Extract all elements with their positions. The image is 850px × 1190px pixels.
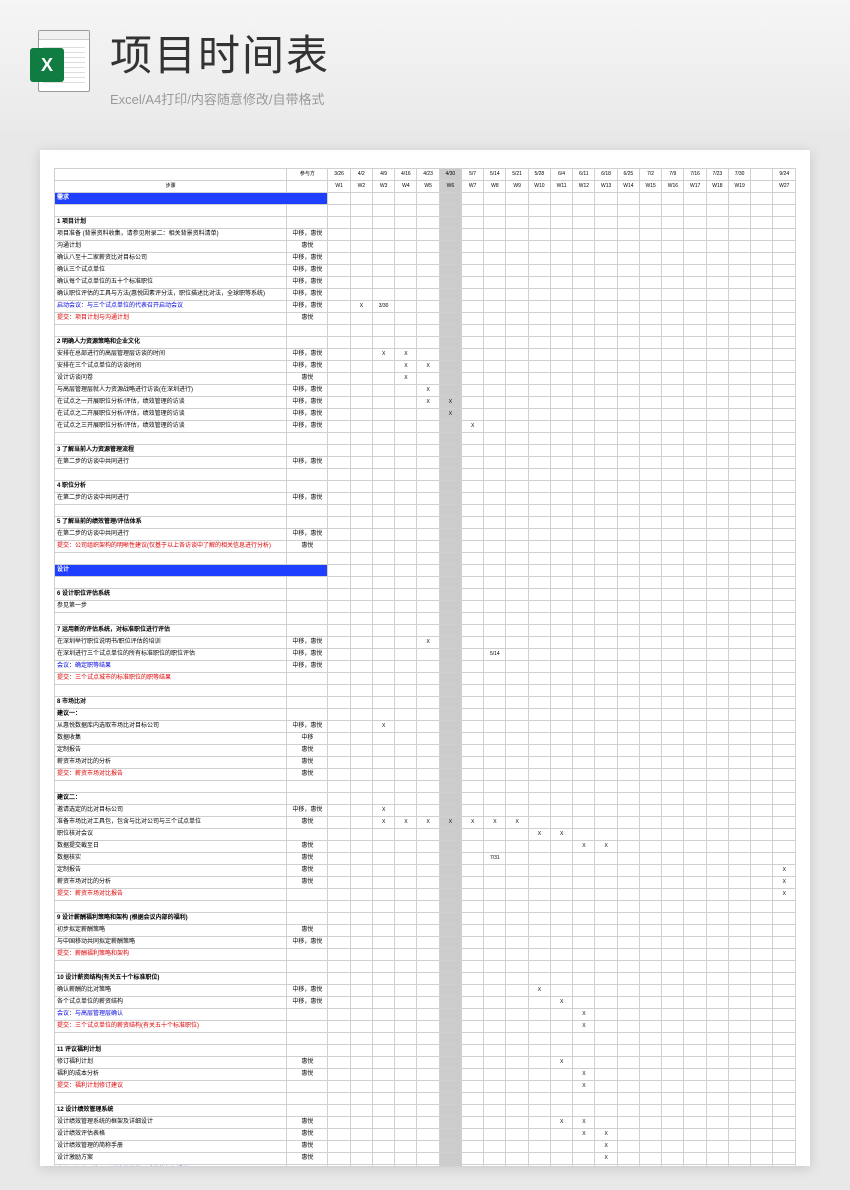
page-subtitle: Excel/A4打印/内容随意修改/自带格式	[110, 89, 820, 108]
page-title: 项目时间表	[110, 22, 820, 83]
excel-badge: X	[30, 48, 64, 82]
schedule-table: 参与方3/264/24/94/164/234/305/75/145/215/28…	[54, 168, 796, 1166]
page: X 项目时间表 Excel/A4打印/内容随意修改/自带格式 参与方3/264/…	[0, 0, 850, 1190]
spreadsheet-preview: 参与方3/264/24/94/164/234/305/75/145/215/28…	[40, 150, 810, 1166]
header-banner: X 项目时间表 Excel/A4打印/内容随意修改/自带格式	[0, 0, 850, 130]
excel-file-icon: X	[30, 30, 90, 100]
